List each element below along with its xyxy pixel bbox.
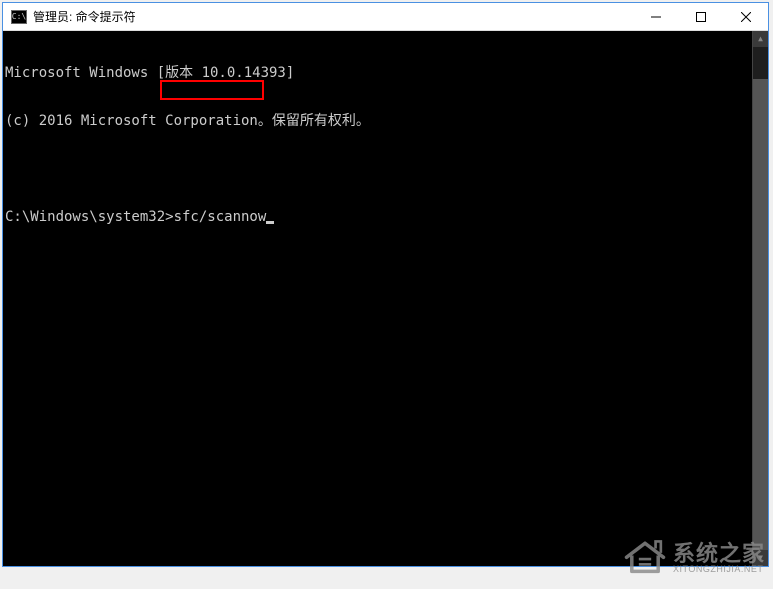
terminal-output-line: Microsoft Windows [版本 10.0.14393] [5,65,766,81]
terminal-command: sfc/scannow [174,209,267,225]
terminal-cursor [266,221,274,224]
scrollbar-vertical[interactable]: ▲ ▼ [752,31,768,566]
watermark-url: XITONGZHIJIA.NET [673,565,765,574]
terminal-prompt-line: C:\Windows\system32>sfc/scannow [5,209,766,225]
terminal-prompt: C:\Windows\system32> [5,209,174,225]
titlebar[interactable]: C:\ 管理员: 命令提示符 [3,3,768,31]
scrollbar-track[interactable] [753,47,768,550]
scrollbar-thumb[interactable] [753,79,768,566]
house-icon [623,536,667,581]
scroll-up-button[interactable]: ▲ [753,31,768,47]
close-button[interactable] [723,3,768,30]
terminal-area[interactable]: Microsoft Windows [版本 10.0.14393] (c) 20… [3,31,768,566]
maximize-button[interactable] [678,3,723,30]
cmd-icon: C:\ [11,10,27,24]
watermark-text: 系统之家 XITONGZHIJIA.NET [673,542,765,575]
watermark-brand: 系统之家 [673,542,765,565]
command-prompt-window: C:\ 管理员: 命令提示符 Microsoft Windows [版本 10.… [2,2,769,567]
terminal-blank-line [5,161,766,177]
minimize-button[interactable] [633,3,678,30]
watermark: 系统之家 XITONGZHIJIA.NET [623,536,765,581]
highlight-annotation [160,80,264,100]
terminal-output-line: (c) 2016 Microsoft Corporation。保留所有权利。 [5,113,766,129]
window-title: 管理员: 命令提示符 [33,8,633,25]
window-controls [633,3,768,30]
